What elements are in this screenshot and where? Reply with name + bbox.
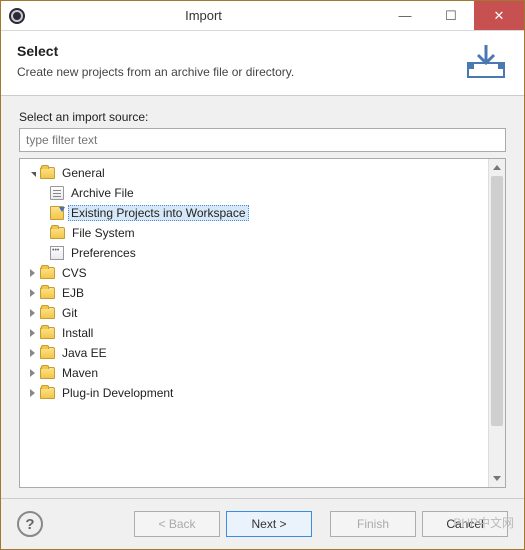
vertical-scrollbar[interactable] bbox=[488, 159, 505, 487]
tree-item-cvs[interactable]: CVS bbox=[20, 263, 488, 283]
scroll-down-button[interactable] bbox=[489, 470, 505, 487]
import-projects-icon bbox=[50, 206, 64, 220]
archive-file-icon bbox=[50, 186, 64, 200]
chevron-down-icon[interactable] bbox=[26, 167, 38, 179]
tree-viewport[interactable]: General Archive File Existing Projects i… bbox=[20, 159, 488, 487]
folder-icon bbox=[50, 227, 65, 239]
maximize-button[interactable]: ☐ bbox=[428, 1, 474, 30]
eclipse-icon bbox=[9, 8, 25, 24]
close-button[interactable]: ✕ bbox=[474, 1, 524, 30]
tree-item-javaee[interactable]: Java EE bbox=[20, 343, 488, 363]
minimize-button[interactable]: — bbox=[382, 1, 428, 30]
import-banner-icon bbox=[464, 43, 508, 81]
tree-label: Preferences bbox=[68, 245, 139, 261]
help-button[interactable]: ? bbox=[17, 511, 43, 537]
folder-icon bbox=[40, 367, 55, 379]
tree-item-preferences[interactable]: Preferences bbox=[20, 243, 488, 263]
folder-icon bbox=[40, 387, 55, 399]
scroll-up-button[interactable] bbox=[489, 159, 505, 176]
back-button: < Back bbox=[134, 511, 220, 537]
chevron-right-icon[interactable] bbox=[26, 367, 38, 379]
chevron-right-icon[interactable] bbox=[26, 267, 38, 279]
tree-label: Maven bbox=[59, 365, 101, 381]
window-controls: — ☐ ✕ bbox=[382, 1, 524, 30]
folder-icon bbox=[40, 167, 55, 179]
tree-label: Existing Projects into Workspace bbox=[68, 205, 249, 221]
window-title: Import bbox=[25, 8, 382, 23]
tree-item-archive-file[interactable]: Archive File bbox=[20, 183, 488, 203]
chevron-right-icon[interactable] bbox=[26, 327, 38, 339]
chevron-right-icon[interactable] bbox=[26, 307, 38, 319]
import-wizard-window: Import — ☐ ✕ Select Create new projects … bbox=[0, 0, 525, 550]
tree-label: Git bbox=[59, 305, 80, 321]
tree-item-maven[interactable]: Maven bbox=[20, 363, 488, 383]
tree-item-general[interactable]: General bbox=[20, 163, 488, 183]
wizard-header: Select Create new projects from an archi… bbox=[1, 31, 524, 96]
folder-icon bbox=[40, 287, 55, 299]
tree-label: Install bbox=[59, 325, 96, 341]
titlebar: Import — ☐ ✕ bbox=[1, 1, 524, 31]
cancel-button[interactable]: Cancel bbox=[422, 511, 508, 537]
folder-icon bbox=[40, 327, 55, 339]
tree-item-install[interactable]: Install bbox=[20, 323, 488, 343]
tree-label: Plug-in Development bbox=[59, 385, 176, 401]
filter-input[interactable] bbox=[19, 128, 506, 152]
tree-item-git[interactable]: Git bbox=[20, 303, 488, 323]
folder-icon bbox=[40, 307, 55, 319]
chevron-right-icon[interactable] bbox=[26, 287, 38, 299]
tree-label: CVS bbox=[59, 265, 90, 281]
tree-item-file-system[interactable]: File System bbox=[20, 223, 488, 243]
folder-icon bbox=[40, 347, 55, 359]
chevron-right-icon[interactable] bbox=[26, 387, 38, 399]
folder-icon bbox=[40, 267, 55, 279]
tree-label: File System bbox=[69, 225, 138, 241]
tree-item-plugin-dev[interactable]: Plug-in Development bbox=[20, 383, 488, 403]
tree-label: EJB bbox=[59, 285, 87, 301]
tree-label: Archive File bbox=[68, 185, 137, 201]
chevron-right-icon[interactable] bbox=[26, 347, 38, 359]
scrollbar-thumb[interactable] bbox=[491, 176, 503, 426]
scrollbar-track[interactable] bbox=[489, 176, 505, 470]
source-label: Select an import source: bbox=[19, 110, 506, 124]
tree-item-ejb[interactable]: EJB bbox=[20, 283, 488, 303]
wizard-footer: ? < Back Next > Finish Cancel PHP中文网 bbox=[1, 498, 524, 549]
tree-item-existing-projects[interactable]: Existing Projects into Workspace bbox=[20, 203, 488, 223]
tree-label: Java EE bbox=[59, 345, 110, 361]
preferences-icon bbox=[50, 246, 64, 260]
tree-label: General bbox=[59, 165, 108, 181]
page-description: Create new projects from an archive file… bbox=[17, 65, 454, 79]
finish-button: Finish bbox=[330, 511, 416, 537]
import-source-tree: General Archive File Existing Projects i… bbox=[19, 158, 506, 488]
wizard-body: Select an import source: General Archive… bbox=[1, 96, 524, 498]
page-title: Select bbox=[17, 43, 454, 59]
next-button[interactable]: Next > bbox=[226, 511, 312, 537]
